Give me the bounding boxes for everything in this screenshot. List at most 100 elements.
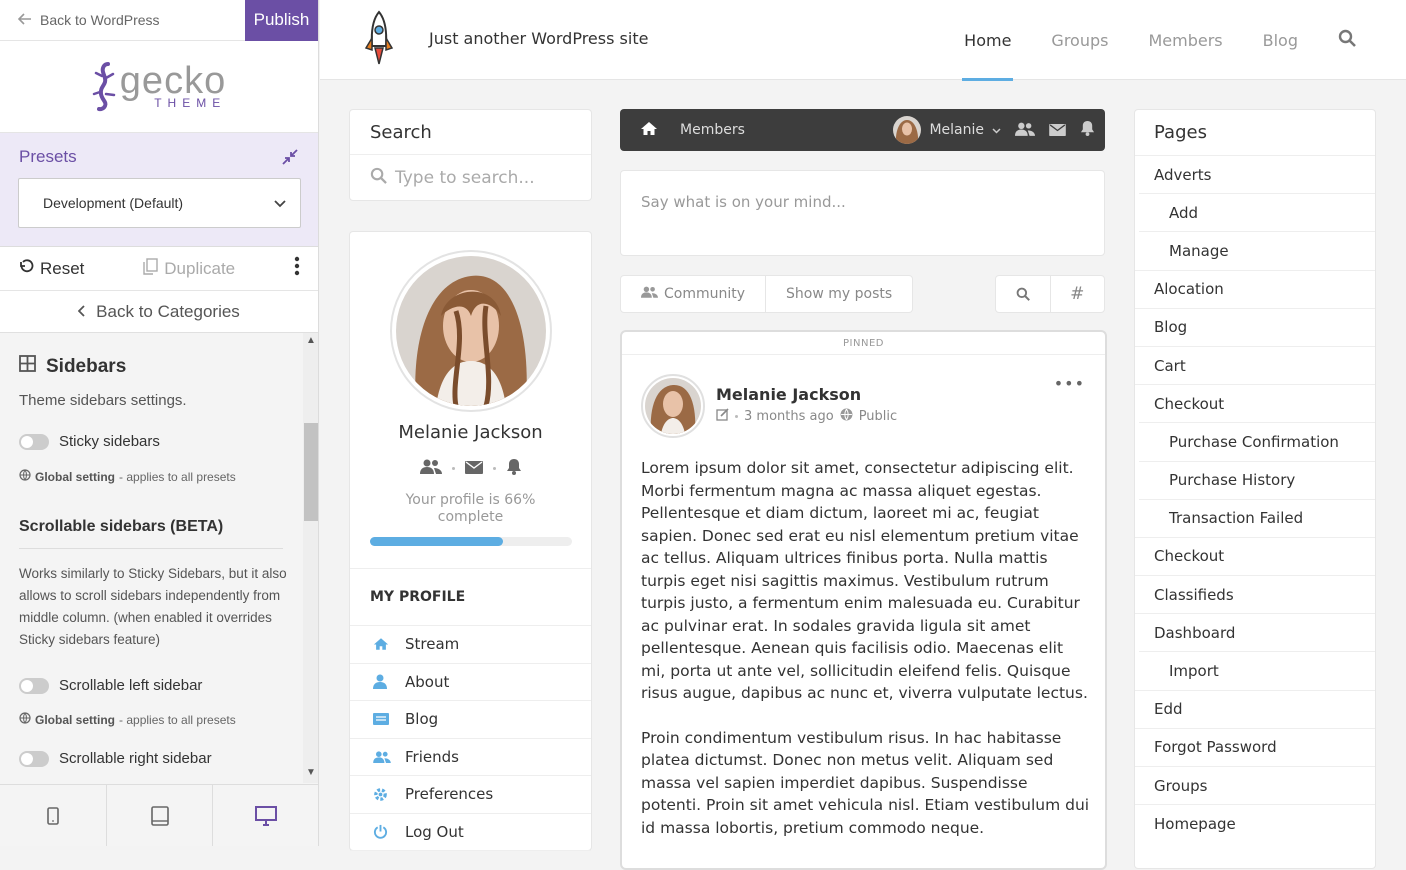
more-horizontal-icon[interactable]: •••	[1054, 374, 1085, 393]
more-vertical-icon[interactable]	[294, 256, 300, 281]
profile-widget: Melanie Jackson Your profile is 66% comp…	[349, 231, 592, 851]
undo-icon	[18, 258, 34, 279]
friends-icon[interactable]	[419, 459, 442, 478]
duplicate-label: Duplicate	[164, 258, 236, 278]
profile-menu-item-preferences[interactable]: Preferences	[350, 776, 591, 814]
preset-select[interactable]: Development (Default)	[18, 178, 301, 228]
profile-menu-label: Blog	[405, 710, 439, 729]
profile-avatar[interactable]	[390, 250, 552, 412]
page-link[interactable]: Cart	[1135, 345, 1375, 384]
home-icon[interactable]	[640, 121, 658, 140]
main-nav: Home Groups Members Blog	[962, 0, 1406, 81]
nav-groups[interactable]: Groups	[1051, 0, 1108, 80]
search-icon[interactable]	[1338, 29, 1356, 51]
nav-blog[interactable]: Blog	[1263, 0, 1298, 80]
profile-menu-label: Stream	[405, 635, 460, 654]
desktop-preview-button[interactable]	[213, 785, 318, 846]
show-my-posts-button[interactable]: Show my posts	[766, 275, 914, 313]
post-author-avatar[interactable]	[641, 374, 705, 438]
user-menu[interactable]: Melanie	[893, 116, 1001, 144]
chevron-left-icon	[77, 302, 86, 322]
duplicate-button[interactable]: Duplicate	[143, 257, 236, 280]
scroll-left-toggle[interactable]	[19, 677, 49, 694]
bell-icon[interactable]	[506, 458, 522, 479]
search-widget-title: Search	[370, 122, 432, 143]
arrow-left-icon	[17, 12, 32, 28]
friends-icon	[373, 751, 391, 763]
profile-name: Melanie Jackson	[398, 422, 543, 443]
page-link[interactable]: Alocation	[1135, 269, 1375, 308]
page-link[interactable]: Purchase Confirmation	[1139, 422, 1375, 460]
profile-progress-fill	[370, 537, 504, 546]
page-link[interactable]: Groups	[1135, 766, 1375, 804]
separator-dot	[492, 467, 496, 470]
globe-icon	[19, 712, 31, 727]
activity-filters: Community Show my posts	[620, 275, 920, 313]
site-preview: Just another WordPress site Home Groups …	[320, 0, 1406, 870]
mobile-preview-button[interactable]	[0, 785, 107, 846]
post-composer[interactable]: Say what is on your mind...	[620, 170, 1105, 256]
page-link[interactable]: Blog	[1135, 307, 1375, 346]
search-input[interactable]: Type to search...	[370, 167, 535, 189]
globe-icon	[840, 408, 853, 425]
back-to-wordpress-link[interactable]: Back to WordPress	[0, 12, 160, 28]
global-setting-text: - applies to all presets	[119, 469, 236, 484]
collapse-arrows-icon[interactable]	[282, 149, 298, 170]
edit-icon[interactable]	[716, 408, 729, 425]
preset-toolbar: Reset Duplicate	[0, 247, 318, 291]
profile-actions	[350, 458, 591, 479]
page-link[interactable]: Forgot Password	[1135, 727, 1375, 766]
site-tagline: Just another WordPress site	[429, 29, 649, 48]
page-link[interactable]: Checkout	[1135, 536, 1375, 575]
envelope-icon[interactable]	[464, 459, 483, 478]
page-link[interactable]: Dashboard	[1135, 613, 1375, 651]
scroll-right-toggle[interactable]	[19, 750, 49, 767]
envelope-icon[interactable]	[1049, 121, 1066, 140]
divider	[19, 548, 283, 549]
profile-menu-label: Log Out	[405, 822, 464, 841]
page-link[interactable]: Classifieds	[1135, 575, 1375, 613]
scroll-down-icon[interactable]: ▼	[306, 767, 316, 778]
device-preview-bar	[0, 784, 318, 846]
nav-members[interactable]: Members	[1148, 0, 1222, 80]
page-link[interactable]: Transaction Failed	[1139, 498, 1375, 537]
hashtag-icon[interactable]: #	[1051, 276, 1105, 312]
profile-menu-item-friends[interactable]: Friends	[350, 739, 591, 776]
page-link[interactable]: Adverts	[1135, 155, 1375, 193]
page-link[interactable]: Checkout	[1135, 384, 1375, 422]
tablet-preview-button[interactable]	[107, 785, 214, 846]
post-body: Lorem ipsum dolor sit amet, consectetur …	[641, 457, 1091, 861]
friends-icon[interactable]	[1015, 121, 1035, 140]
publish-button[interactable]: Publish	[245, 0, 318, 41]
page-link[interactable]: Homepage	[1135, 804, 1375, 842]
pages-widget: Pages Adverts Add Manage Alocation Blog Cart C…	[1134, 109, 1376, 869]
reset-button[interactable]: Reset	[18, 258, 84, 279]
profile-menu-item-log-out[interactable]: Log Out	[350, 814, 591, 851]
members-bar-label[interactable]: Members	[680, 122, 745, 138]
community-filter-button[interactable]: Community	[620, 275, 767, 313]
sticky-sidebars-toggle[interactable]	[19, 433, 49, 450]
page-link[interactable]: Edd	[1135, 689, 1375, 728]
scroll-right-label: Scrollable right sidebar	[59, 750, 212, 767]
rocket-logo-icon[interactable]	[364, 10, 394, 72]
divider	[622, 354, 1105, 355]
bell-icon[interactable]	[1080, 120, 1095, 140]
panel-scrollbar[interactable]: ▲ ▼	[303, 333, 318, 783]
tablet-icon	[150, 805, 169, 826]
scrollbar-thumb[interactable]	[304, 423, 318, 521]
scroll-up-icon[interactable]: ▲	[306, 335, 316, 346]
profile-menu-item-stream[interactable]: Stream	[350, 626, 591, 664]
globe-icon	[19, 469, 31, 484]
members-bar: Members Melanie	[620, 109, 1105, 151]
scrollable-title: Scrollable sidebars (BETA)	[19, 518, 224, 535]
profile-menu-item-about[interactable]: About	[350, 664, 591, 701]
page-link[interactable]: Purchase History	[1139, 460, 1375, 499]
page-link[interactable]: Add	[1139, 193, 1375, 231]
profile-menu-item-blog[interactable]: Blog	[350, 701, 591, 739]
post-author-name[interactable]: Melanie Jackson	[716, 385, 861, 404]
search-icon[interactable]	[996, 276, 1051, 312]
nav-home[interactable]: Home	[962, 0, 1014, 81]
page-link[interactable]: Manage	[1139, 231, 1375, 269]
page-link[interactable]: Import	[1139, 651, 1375, 689]
back-to-categories-button[interactable]: Back to Categories	[0, 291, 318, 333]
